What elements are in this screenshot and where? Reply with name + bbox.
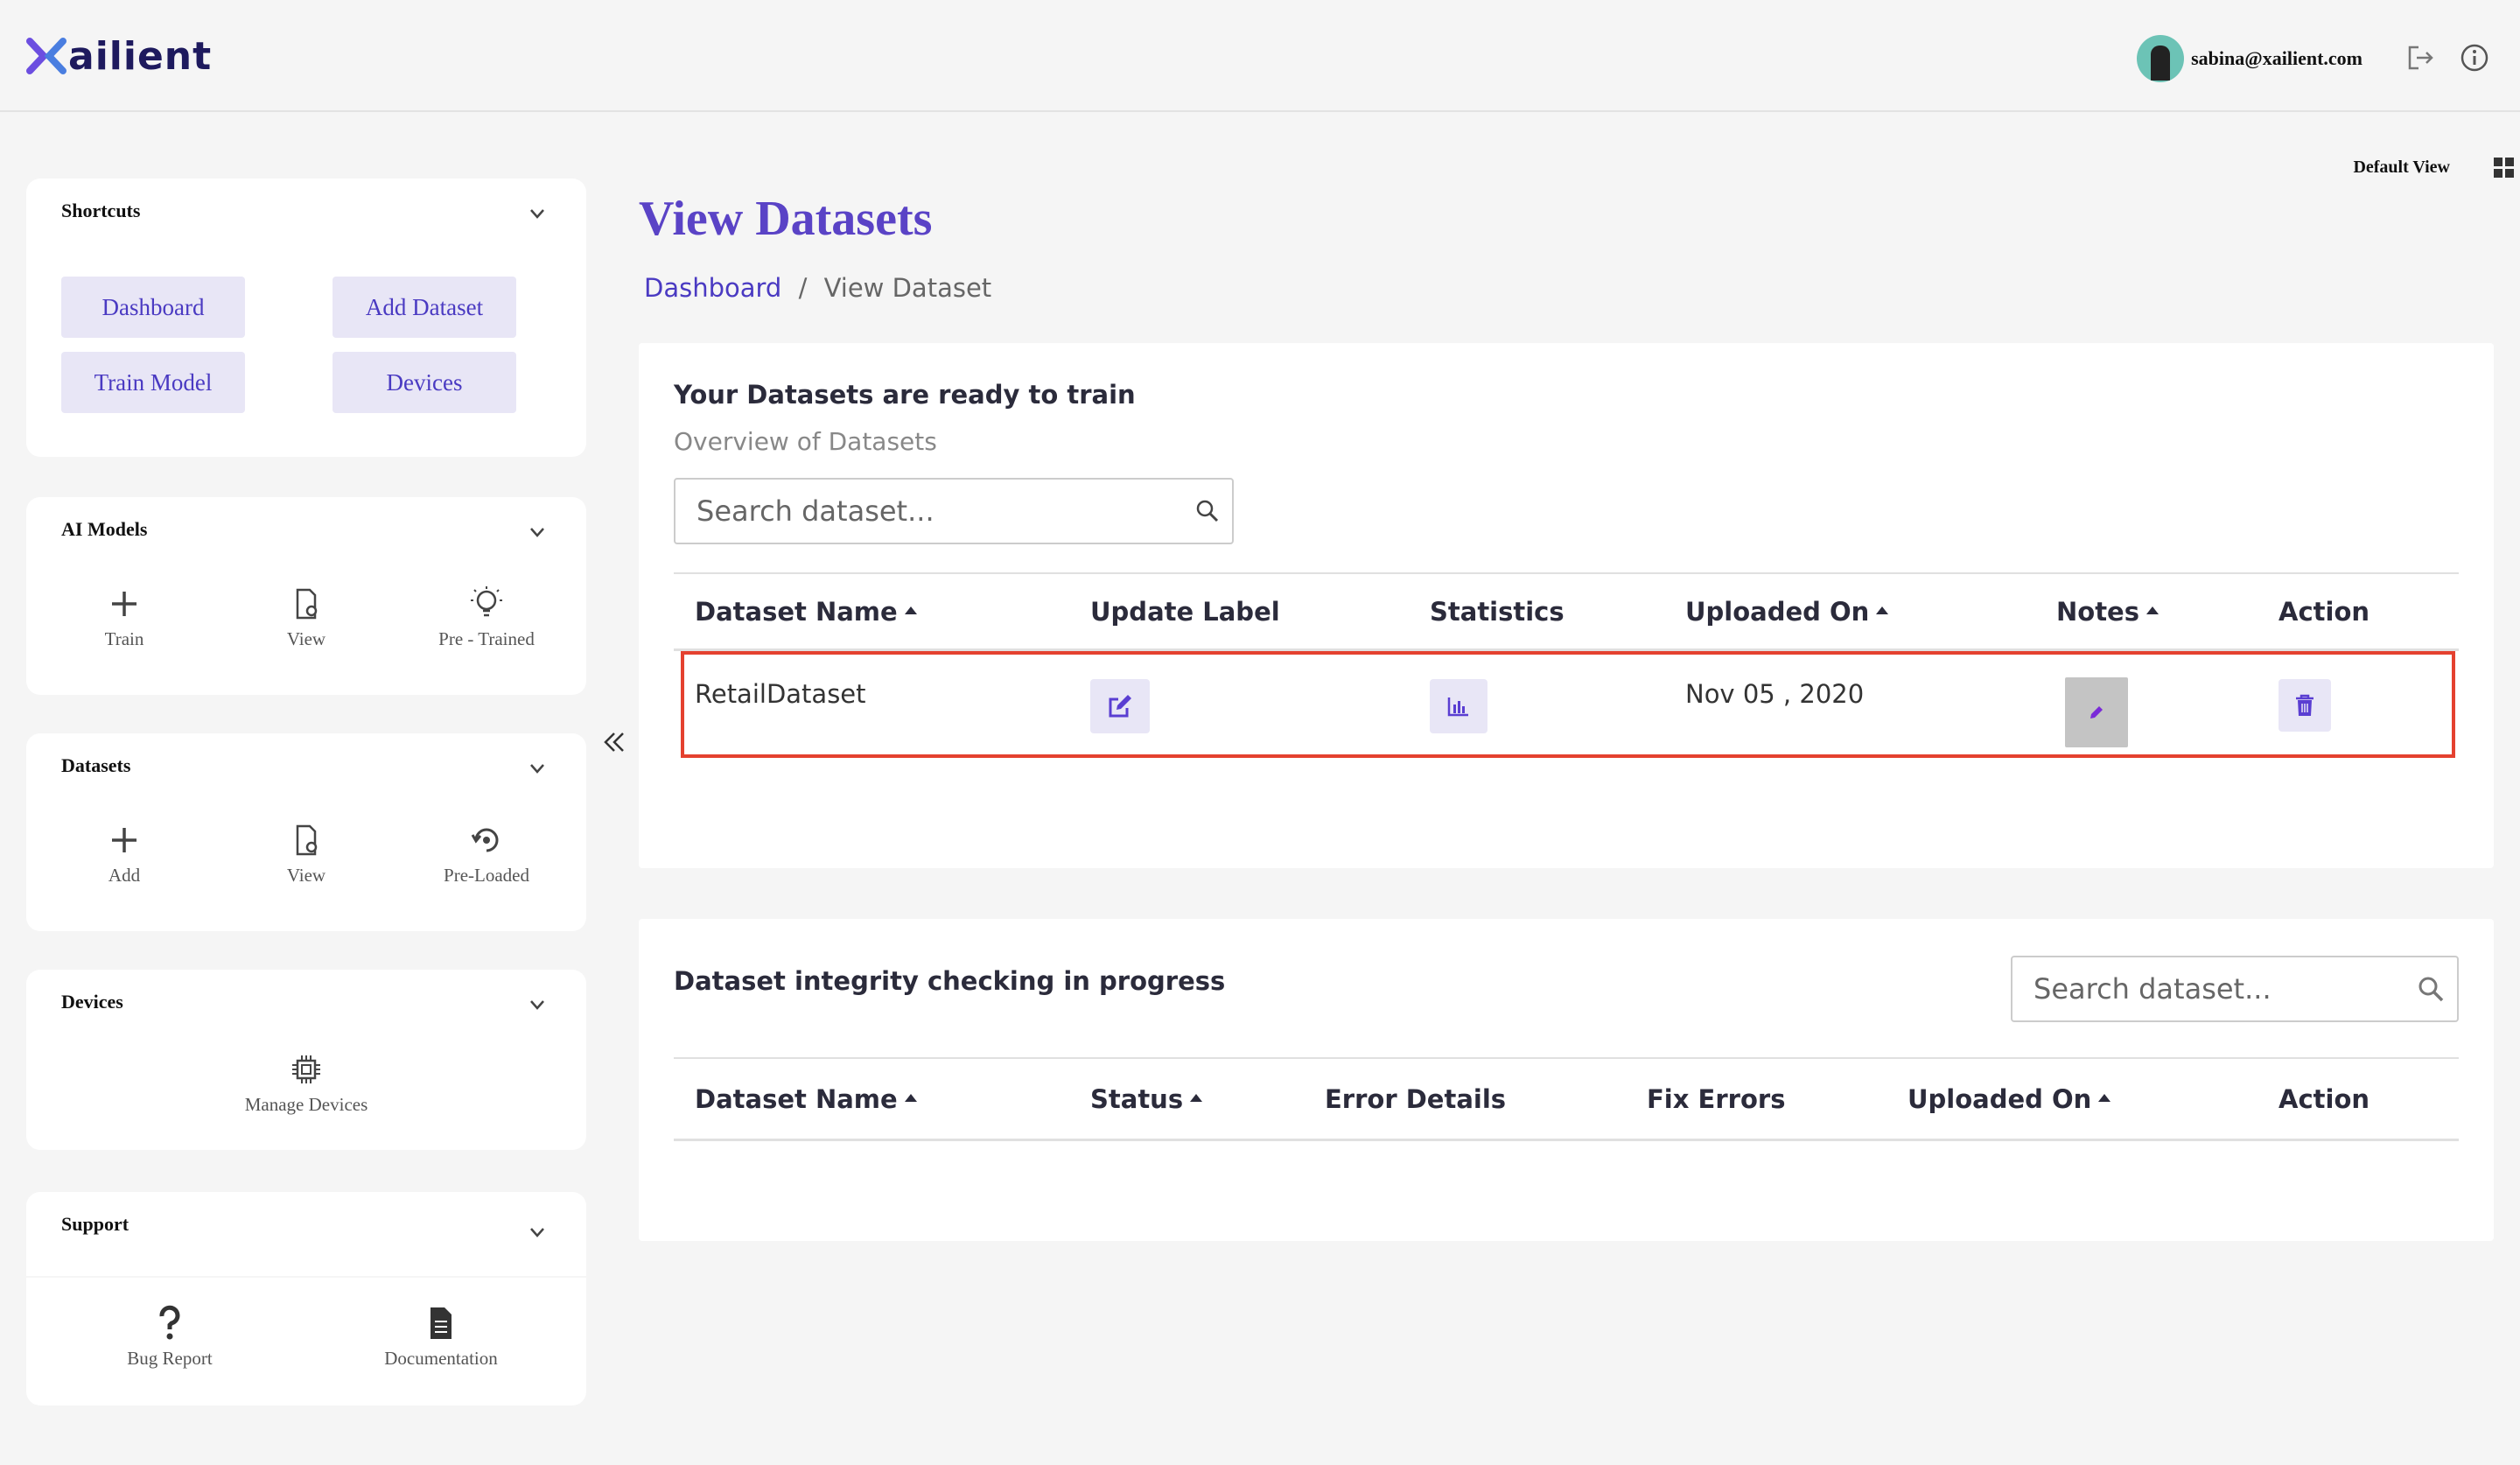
manage-devices-tool[interactable]: Manage Devices (228, 1050, 385, 1116)
row-highlight-box (681, 651, 2455, 758)
search-placeholder: Search dataset... (2034, 972, 2272, 1006)
shortcut-dashboard-button[interactable]: Dashboard (61, 277, 245, 338)
integrity-search-input[interactable]: Search dataset... (2011, 956, 2459, 1022)
avatar[interactable] (2137, 35, 2185, 82)
info-icon[interactable] (2459, 42, 2490, 74)
tool-label: Documentation (384, 1348, 498, 1369)
col-action: Action (2278, 596, 2370, 627)
devices-panel: Devices Manage Devices (26, 970, 586, 1150)
col-action: Action (2278, 1083, 2370, 1114)
plus-icon (112, 828, 136, 852)
support-panel-header: Support (26, 1192, 586, 1276)
document-icon (430, 1307, 452, 1339)
ai-models-panel: AI Models Train View Pre - Trained (26, 497, 586, 695)
sort-up-icon (904, 606, 917, 614)
col-dataset-name[interactable]: Dataset Name (695, 597, 917, 627)
file-view-icon (296, 824, 318, 856)
lightbulb-icon (471, 586, 502, 617)
brand-logo[interactable]: ailient (26, 30, 212, 82)
ai-models-view-tool[interactable]: View (228, 585, 385, 650)
integrity-card: Dataset integrity checking in progress S… (639, 919, 2494, 1241)
user-menu[interactable]: sabina@xailient.com (2137, 35, 2362, 82)
tool-label: Train (104, 628, 144, 649)
tool-label: View (286, 628, 326, 649)
chevron-down-icon[interactable] (528, 996, 546, 1013)
chip-icon (292, 1055, 320, 1083)
datasets-add-tool[interactable]: Add (46, 821, 203, 887)
logo-x-icon (26, 38, 66, 74)
tool-label: Pre-Loaded (444, 865, 529, 886)
ready-table-header: Dataset Name Update Label Statistics Upl… (674, 572, 2459, 651)
datasets-preloaded-tool[interactable]: Pre-Loaded (408, 821, 565, 887)
ready-search-input[interactable]: Search dataset... (674, 478, 1234, 544)
integrity-table-header: Dataset Name Status Error Details Fix Er… (674, 1057, 2459, 1141)
tool-label: Add (108, 865, 141, 886)
tool-label: Manage Devices (244, 1094, 368, 1115)
integrity-card-title: Dataset integrity checking in progress (674, 966, 1226, 996)
sort-up-icon (2098, 1094, 2111, 1102)
breadcrumb-current: View Dataset (823, 273, 992, 303)
devices-title: Devices (61, 991, 123, 1013)
chevron-down-icon[interactable] (528, 205, 546, 222)
search-placeholder: Search dataset... (696, 494, 934, 528)
sort-up-icon (904, 1094, 917, 1102)
bug-report-tool[interactable]: Bug Report (91, 1304, 248, 1370)
datasets-panel: Datasets Add View Pre-Loaded (26, 733, 586, 931)
sort-up-icon (2146, 606, 2159, 614)
datasets-view-tool[interactable]: View (228, 821, 385, 887)
col-update-label: Update Label (1090, 596, 1280, 627)
col-notes[interactable]: Notes (2056, 597, 2159, 627)
ai-models-title: AI Models (61, 518, 148, 540)
reload-icon (471, 828, 499, 852)
datasets-title: Datasets (61, 754, 131, 776)
breadcrumb: Dashboard / View Dataset (644, 273, 991, 303)
documentation-tool[interactable]: Documentation (362, 1304, 520, 1370)
sort-up-icon (1876, 606, 1889, 614)
tool-label: View (286, 865, 326, 886)
shortcuts-title: Shortcuts (61, 200, 141, 221)
grid-icon[interactable] (2494, 158, 2515, 179)
breadcrumb-dashboard-link[interactable]: Dashboard (644, 273, 781, 303)
top-header: ailient sabina@xailient.com (0, 0, 2520, 112)
breadcrumb-separator: / (798, 273, 808, 303)
sort-up-icon (1190, 1094, 1203, 1102)
default-view-label[interactable]: Default View (2353, 158, 2450, 178)
col-error-details: Error Details (1325, 1083, 1507, 1114)
collapse-sidebar-icon[interactable] (598, 726, 630, 758)
chevron-down-icon[interactable] (528, 760, 546, 777)
brand-name: ailient (68, 33, 213, 79)
file-view-icon (296, 588, 318, 620)
tool-label: Pre - Trained (438, 628, 535, 649)
search-icon[interactable] (1195, 499, 1220, 523)
shortcut-devices-button[interactable]: Devices (332, 352, 516, 413)
col-fix-errors: Fix Errors (1647, 1083, 1786, 1114)
tool-label: Bug Report (127, 1348, 213, 1369)
ready-datasets-card: Your Datasets are ready to train Overvie… (639, 343, 2494, 868)
ai-models-train-tool[interactable]: Train (46, 585, 203, 650)
support-panel: Bug Report Documentation (26, 1278, 586, 1405)
shortcuts-panel: Shortcuts Dashboard Add Dataset Train Mo… (26, 179, 586, 457)
chevron-down-icon[interactable] (528, 523, 546, 541)
page-title: View Datasets (639, 192, 933, 246)
user-email: sabina@xailient.com (2191, 47, 2362, 69)
plus-icon (112, 592, 136, 616)
col-statistics: Statistics (1430, 596, 1564, 627)
shortcut-add-dataset-button[interactable]: Add Dataset (332, 277, 516, 338)
support-title: Support (61, 1213, 130, 1235)
chevron-down-icon[interactable] (528, 1223, 546, 1241)
col-status[interactable]: Status (1090, 1084, 1203, 1114)
search-icon[interactable] (2417, 975, 2445, 1003)
col-uploaded-on[interactable]: Uploaded On (1908, 1084, 2111, 1114)
col-dataset-name[interactable]: Dataset Name (695, 1084, 917, 1114)
shortcut-train-model-button[interactable]: Train Model (61, 352, 245, 413)
question-icon (159, 1305, 180, 1340)
col-uploaded-on[interactable]: Uploaded On (1685, 597, 1889, 627)
ai-models-pretrained-tool[interactable]: Pre - Trained (408, 585, 565, 650)
logout-icon[interactable] (2404, 42, 2436, 74)
ready-card-title: Your Datasets are ready to train (674, 380, 1136, 410)
ready-card-subtitle: Overview of Datasets (674, 427, 937, 456)
